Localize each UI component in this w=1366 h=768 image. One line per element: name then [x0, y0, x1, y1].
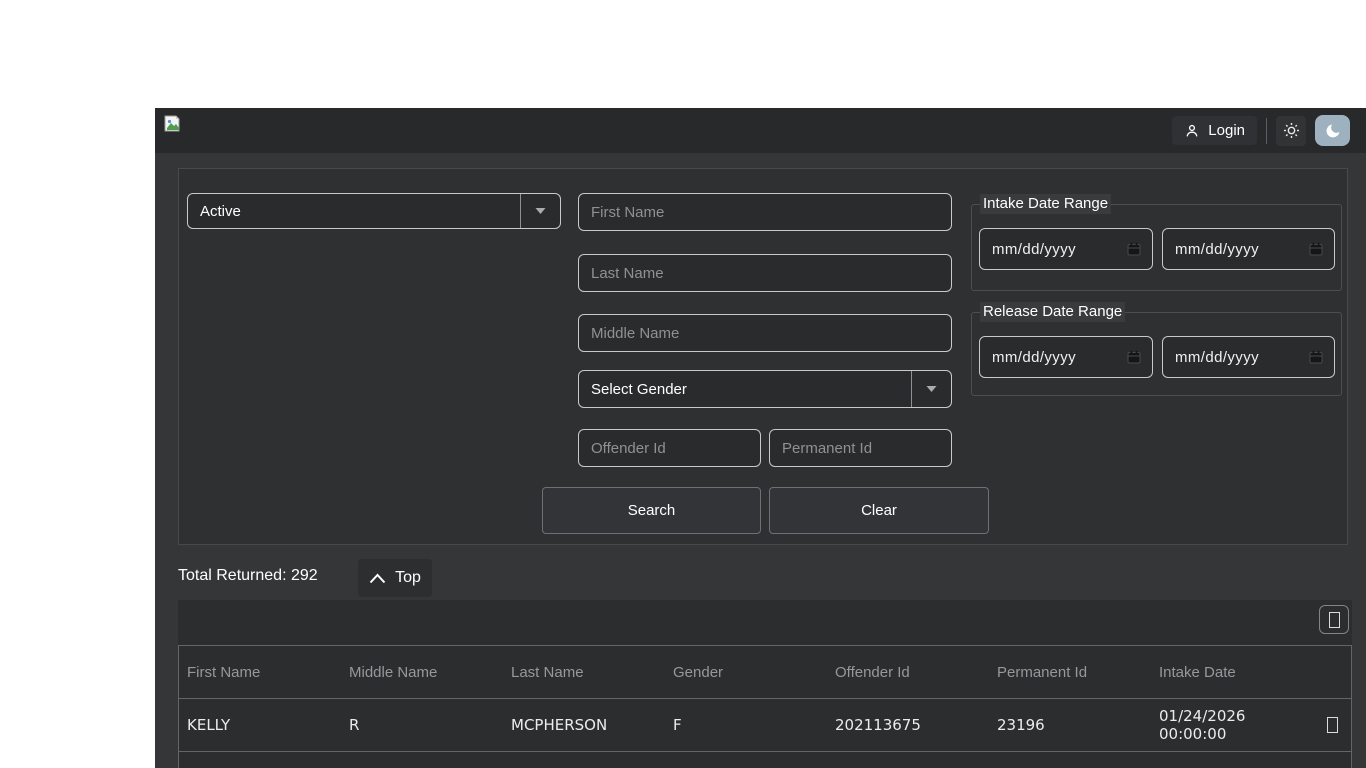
- col-header-first-name[interactable]: First Name: [179, 664, 341, 681]
- calendar-icon: [1126, 349, 1142, 365]
- permanent-id-input[interactable]: [769, 429, 952, 467]
- app-window: Login Active First Name Last Name Middle…: [155, 108, 1366, 768]
- table-grid: First Name Middle Name Last Name Gender …: [178, 645, 1352, 768]
- scroll-to-top-button[interactable]: Top: [358, 559, 432, 597]
- cell-gender: F: [673, 716, 682, 734]
- results-table: First Name Middle Name Last Name Gender …: [178, 600, 1352, 768]
- calendar-icon: [1126, 241, 1142, 257]
- calendar-icon: [1308, 241, 1324, 257]
- col-header-middle-name[interactable]: Middle Name: [341, 664, 503, 681]
- release-start-date-input[interactable]: mm/dd/yyyy: [979, 336, 1153, 378]
- clear-button[interactable]: Clear: [769, 487, 989, 534]
- release-date-range-group: Release Date Range mm/dd/yyyy mm/dd/yyyy: [971, 302, 1342, 396]
- date-placeholder: mm/dd/yyyy: [992, 240, 1077, 258]
- cell-middle-name: R: [349, 716, 360, 734]
- missing-glyph-icon: [1326, 717, 1338, 733]
- cell-intake-date: 01/24/2026 00:00:00: [1159, 707, 1246, 743]
- date-placeholder: mm/dd/yyyy: [992, 348, 1077, 366]
- date-placeholder: mm/dd/yyyy: [1175, 348, 1260, 366]
- col-header-permanent-id[interactable]: Permanent Id: [989, 664, 1151, 681]
- date-placeholder: mm/dd/yyyy: [1175, 240, 1260, 258]
- cell-first-name: KELLY: [187, 716, 231, 734]
- release-date-range-label: Release Date Range: [980, 302, 1126, 322]
- navbar-actions: Login: [1172, 108, 1350, 153]
- status-select[interactable]: Active: [187, 193, 561, 229]
- broken-image-icon: [163, 114, 182, 133]
- col-header-last-name[interactable]: Last Name: [503, 664, 665, 681]
- missing-glyph-icon: [1328, 611, 1340, 628]
- col-header-offender-id[interactable]: Offender Id: [827, 664, 989, 681]
- offender-id-input[interactable]: [578, 429, 761, 467]
- release-end-date-input[interactable]: mm/dd/yyyy: [1162, 336, 1335, 378]
- gender-select[interactable]: Select Gender: [578, 370, 952, 408]
- top-navbar: Login: [155, 108, 1366, 153]
- col-header-gender[interactable]: Gender: [665, 664, 827, 681]
- maximize-table-button[interactable]: [1319, 605, 1349, 634]
- intake-end-date-input[interactable]: mm/dd/yyyy: [1162, 228, 1335, 270]
- row-action-button[interactable]: [1313, 717, 1351, 733]
- cell-offender-id: 202113675: [835, 716, 921, 734]
- table-row[interactable]: KELLY R MCPHERSON F 202113675 23196 01/2…: [179, 699, 1351, 752]
- navbar-divider: [1266, 117, 1267, 144]
- status-select-value: Active: [200, 202, 241, 220]
- intake-start-date-input[interactable]: mm/dd/yyyy: [979, 228, 1153, 270]
- light-theme-button[interactable]: [1276, 115, 1306, 146]
- first-name-input[interactable]: [578, 193, 952, 231]
- table-row[interactable]: TERRIE CROCKER F 202113674 142188 01/23/…: [179, 752, 1351, 768]
- gender-select-value: Select Gender: [591, 380, 687, 398]
- total-returned-text: Total Returned: 292: [178, 567, 318, 584]
- middle-name-input[interactable]: [578, 314, 952, 352]
- login-button[interactable]: Login: [1172, 116, 1257, 145]
- col-header-intake-date[interactable]: Intake Date: [1151, 664, 1313, 681]
- dark-theme-button[interactable]: [1315, 115, 1350, 146]
- search-panel: Active Select Gender Search Clear Intake…: [178, 168, 1348, 545]
- last-name-input[interactable]: [578, 254, 952, 292]
- login-label: Login: [1208, 122, 1245, 139]
- table-header-row: First Name Middle Name Last Name Gender …: [179, 646, 1351, 699]
- sun-icon: [1282, 121, 1301, 140]
- chevron-up-icon: [369, 573, 386, 584]
- top-button-label: Top: [395, 569, 421, 586]
- intake-date-range-label: Intake Date Range: [980, 194, 1112, 214]
- search-button[interactable]: Search: [542, 487, 761, 534]
- moon-icon: [1324, 122, 1342, 140]
- intake-date-range-group: Intake Date Range mm/dd/yyyy mm/dd/yyyy: [971, 194, 1342, 291]
- table-toolbar: [178, 600, 1352, 645]
- chevron-down-icon: [521, 194, 560, 228]
- calendar-icon: [1308, 349, 1324, 365]
- chevron-down-icon: [912, 371, 951, 407]
- person-icon: [1184, 123, 1200, 139]
- cell-permanent-id: 23196: [997, 716, 1045, 734]
- cell-last-name: MCPHERSON: [511, 716, 608, 734]
